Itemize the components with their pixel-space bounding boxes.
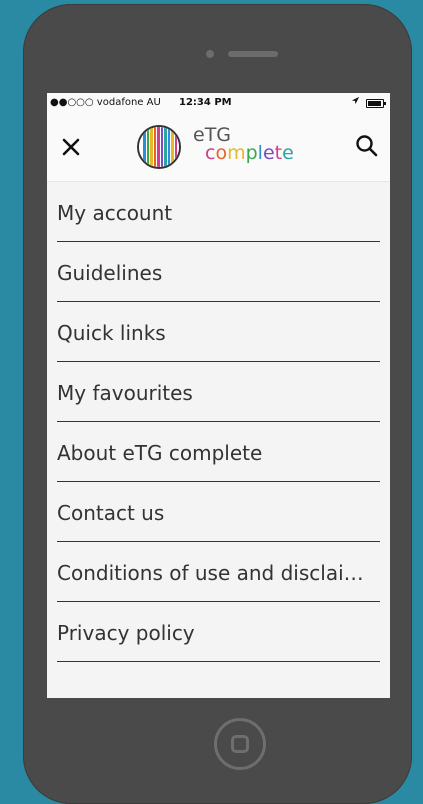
home-button-icon (231, 735, 249, 753)
search-icon (356, 135, 378, 157)
app-header: eTG complete (47, 113, 390, 182)
close-icon (62, 138, 80, 156)
logo-text-complete: complete (205, 142, 294, 164)
menu-item-quick-links[interactable]: Quick links (57, 302, 380, 362)
search-button[interactable] (354, 133, 380, 159)
logo-letter: e (262, 142, 275, 164)
menu-item-contact-us[interactable]: Contact us (57, 482, 380, 542)
logo-letter: e (282, 142, 294, 164)
front-camera (206, 50, 214, 58)
close-menu-button[interactable] (59, 135, 83, 159)
phone-screen: ●●○○○ vodafone AU 12:34 PM eTG complete … (47, 93, 390, 698)
location-arrow-icon (351, 93, 360, 113)
logo-barcode-emblem (137, 125, 181, 169)
menu-item-about[interactable]: About eTG complete (57, 422, 380, 482)
menu-item-conditions-of-use[interactable]: Conditions of use and disclai… (57, 542, 380, 602)
logo-letter: t (274, 142, 283, 164)
status-bar: ●●○○○ vodafone AU 12:34 PM (47, 93, 390, 113)
carrier-label: ●●○○○ vodafone AU (50, 97, 161, 108)
etg-complete-logo: eTG complete (137, 124, 307, 169)
status-indicators (351, 93, 386, 113)
earpiece-speaker (228, 51, 278, 57)
battery-icon (366, 98, 386, 108)
logo-letter: c (205, 142, 216, 164)
menu-item-privacy-policy[interactable]: Privacy policy (57, 602, 380, 662)
status-time: 12:34 PM (179, 97, 232, 108)
menu-item-my-favourites[interactable]: My favourites (57, 362, 380, 422)
menu-item-guidelines[interactable]: Guidelines (57, 242, 380, 302)
home-button[interactable] (214, 718, 266, 770)
logo-letter: m (227, 142, 246, 164)
logo-letter: p (245, 142, 258, 164)
menu-item-my-account[interactable]: My account (57, 182, 380, 242)
navigation-menu: My account Guidelines Quick links My fav… (47, 182, 390, 662)
logo-letter: o (215, 142, 228, 164)
